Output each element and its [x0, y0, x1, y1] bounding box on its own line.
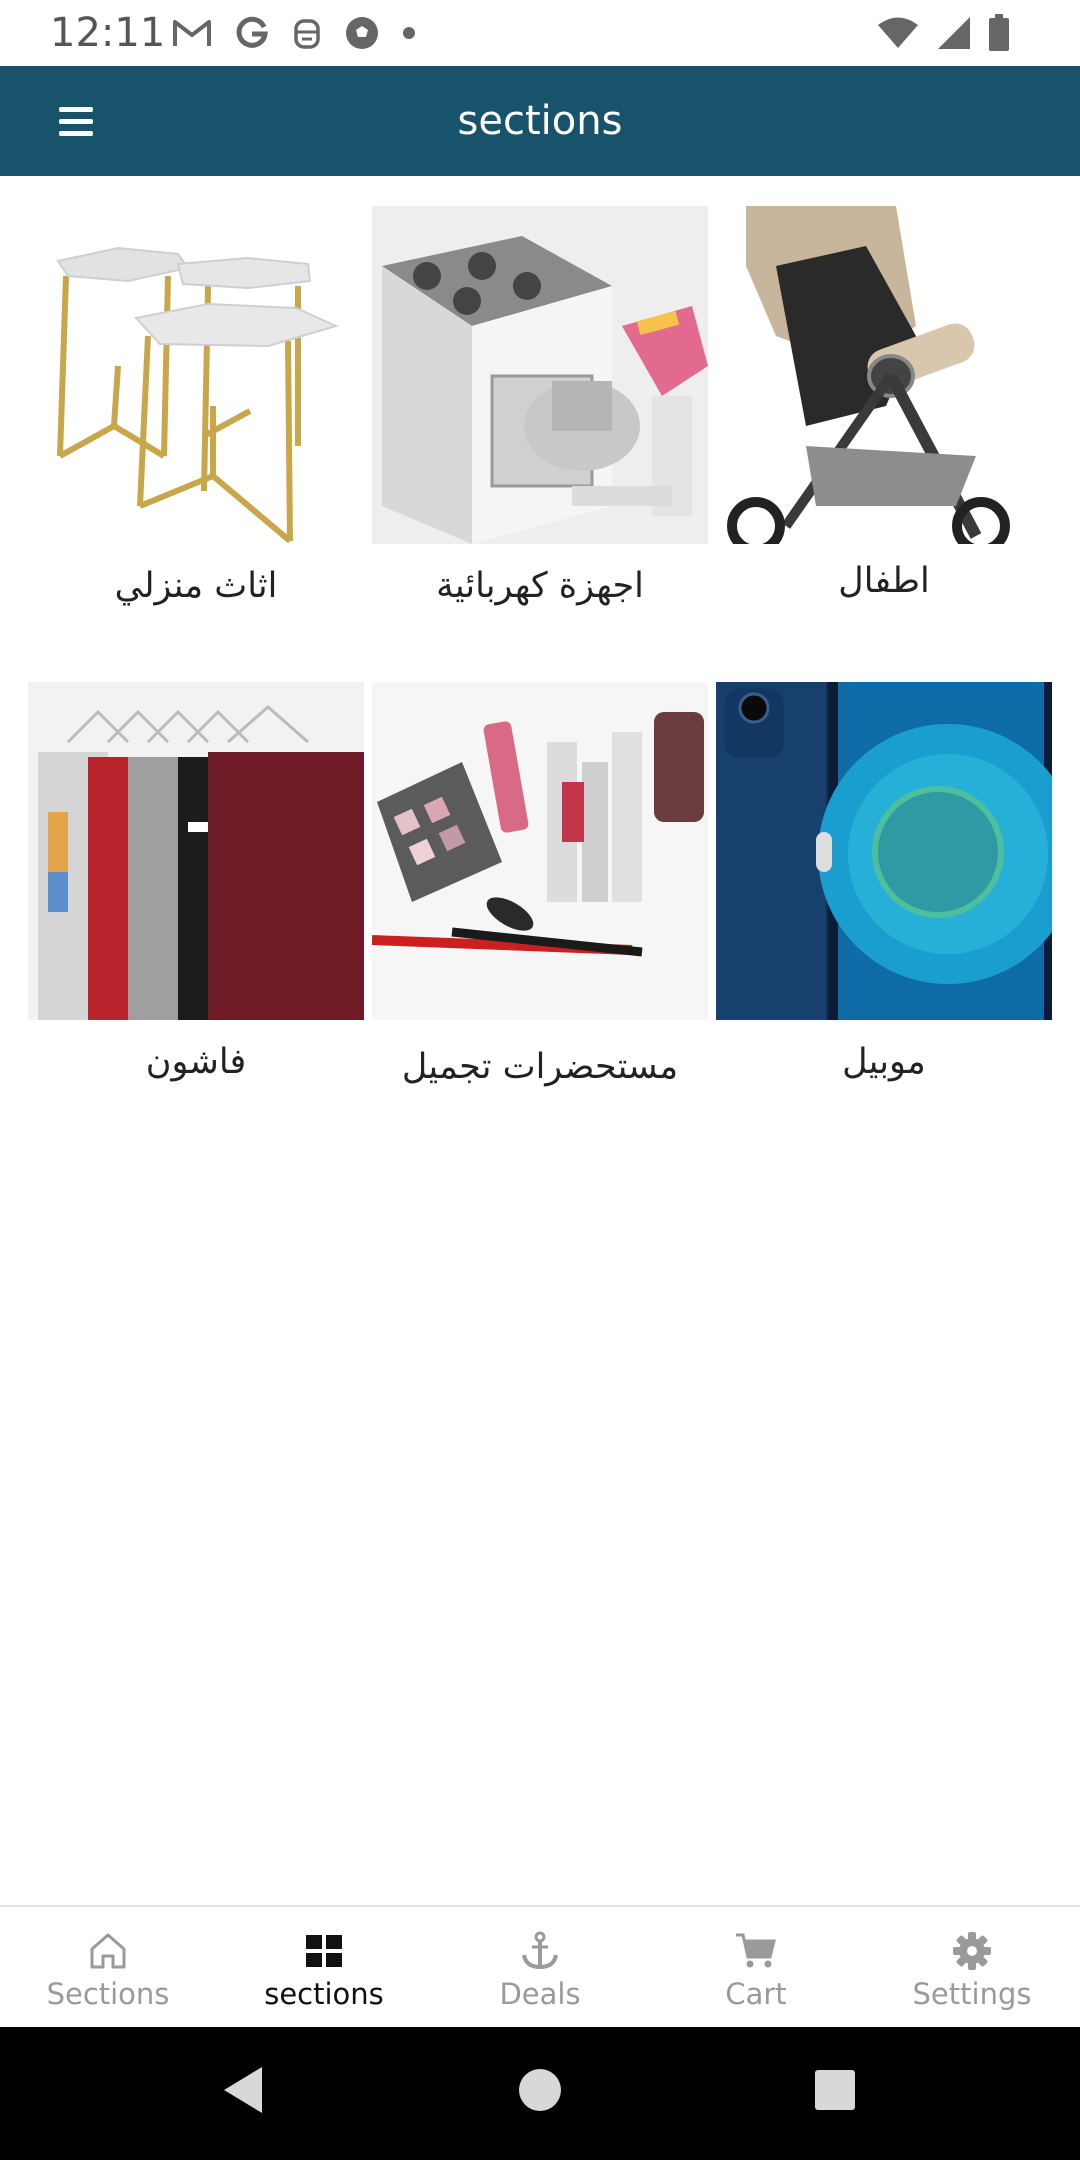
back-icon[interactable]: [222, 2065, 266, 2115]
category-tile-mobile[interactable]: موبيل: [716, 682, 1052, 1082]
nav-item-deals[interactable]: Deals: [432, 1907, 648, 2029]
status-time: 12:11: [50, 10, 166, 56]
android-debug-icon: [294, 19, 320, 49]
status-bar: 12:11: [0, 0, 1080, 66]
app-bar: sections: [0, 66, 1080, 176]
category-tile-appliances[interactable]: اجهزة كهربائية: [372, 206, 708, 606]
cell-signal-icon: [938, 17, 970, 49]
gear-icon: [953, 1932, 991, 1970]
category-label: فاشون: [145, 1042, 247, 1082]
category-tile-kids[interactable]: اطفال: [716, 206, 1052, 601]
battery-icon: [989, 14, 1009, 51]
google-icon: [236, 16, 268, 48]
cosmetics-image: [372, 682, 708, 1020]
notification-icons: [172, 12, 416, 54]
kids-image: [716, 206, 1052, 544]
dot-icon: [403, 27, 415, 39]
nav-label: Sections: [46, 1977, 170, 2011]
category-label: اجهزة كهربائية: [436, 566, 644, 606]
cart-icon: [736, 1933, 776, 1968]
mobile-image: [716, 682, 1052, 1020]
nav-label: Deals: [499, 1977, 581, 2011]
nav-item-sections-home[interactable]: Sections: [0, 1907, 216, 2029]
nav-label: sections: [264, 1977, 384, 2011]
category-label: اثاث منزلي: [114, 566, 278, 606]
nav-item-settings[interactable]: Settings: [864, 1907, 1080, 2029]
home-icon: [90, 1933, 126, 1969]
category-tile-furniture[interactable]: اثاث منزلي: [28, 206, 364, 606]
system-status-icons: [876, 12, 1010, 54]
home-circle-icon[interactable]: [518, 2065, 562, 2115]
bottom-nav: Sections sections Deals Cart Settings: [0, 1905, 1080, 2029]
category-label: مستحضرات تجميل: [401, 1047, 679, 1087]
page-title: sections: [457, 98, 623, 144]
nav-item-cart[interactable]: Cart: [648, 1907, 864, 2029]
category-label: اطفال: [838, 561, 930, 601]
anchor-icon: [522, 1931, 558, 1970]
category-tile-cosmetics[interactable]: مستحضرات تجميل: [372, 682, 708, 1087]
system-nav-bar: [0, 2027, 1080, 2160]
nav-label: Settings: [912, 1977, 1032, 2011]
appliances-image: [372, 206, 708, 544]
category-label: موبيل: [842, 1042, 926, 1082]
grid-icon: [306, 1935, 342, 1967]
nav-item-sections-grid[interactable]: sections: [216, 1907, 432, 2029]
category-tile-fashion[interactable]: فاشون: [28, 682, 364, 1082]
fashion-image: [28, 682, 364, 1020]
wifi-icon: [878, 17, 918, 48]
nav-label: Cart: [725, 1977, 787, 2011]
gmail-icon: [173, 20, 211, 46]
recents-icon[interactable]: [813, 2065, 857, 2115]
soccer-ball-icon: [346, 17, 378, 49]
furniture-image: [28, 206, 364, 544]
